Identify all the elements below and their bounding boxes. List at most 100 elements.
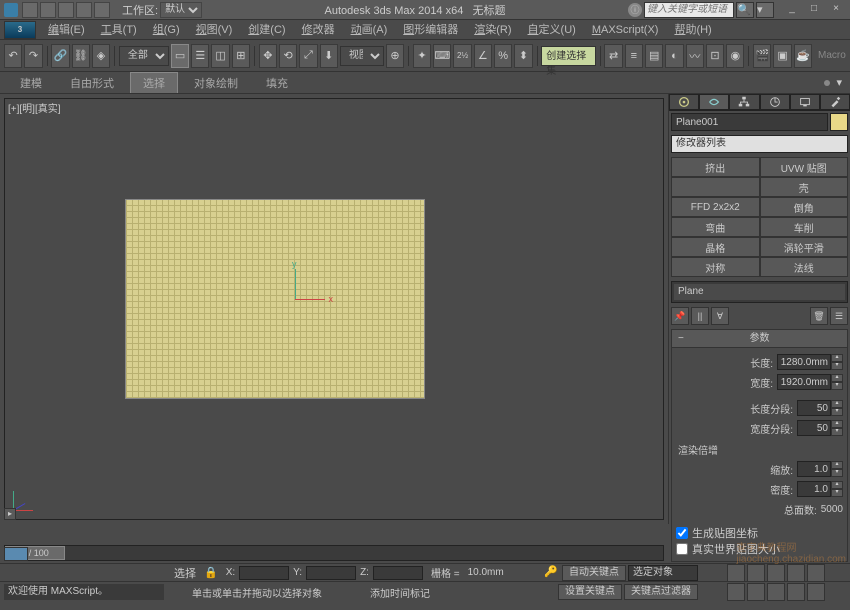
- lsegs-spin-up[interactable]: ▴: [831, 400, 843, 408]
- select-name-icon[interactable]: ☰: [191, 44, 209, 68]
- snap-toggle-icon[interactable]: 2½: [453, 44, 471, 68]
- transform-gizmo[interactable]: [265, 269, 325, 329]
- mirror-icon[interactable]: ⇄: [604, 44, 622, 68]
- wsegs-spin-down[interactable]: ▾: [831, 428, 843, 436]
- selection-filter-dropdown[interactable]: 全部: [119, 46, 169, 66]
- length-input[interactable]: [777, 354, 831, 370]
- qat-new-icon[interactable]: [22, 2, 38, 18]
- named-selection-set[interactable]: 创建选择集: [541, 46, 595, 66]
- parameters-header[interactable]: 参数: [672, 330, 847, 348]
- wsegs-input[interactable]: [797, 420, 831, 436]
- ref-coord-dropdown[interactable]: 视图: [340, 46, 384, 66]
- select-icon[interactable]: ▭: [171, 44, 189, 68]
- scale-spin-down[interactable]: ▾: [831, 469, 843, 477]
- mod-btn-bend[interactable]: 弯曲: [671, 217, 760, 237]
- time-tag-button[interactable]: 添加时间标记: [370, 585, 430, 600]
- wsegs-spin-up[interactable]: ▴: [831, 420, 843, 428]
- scale-input[interactable]: [797, 461, 831, 477]
- render-frame-icon[interactable]: ▣: [773, 44, 791, 68]
- close-button[interactable]: ×: [826, 2, 846, 18]
- app-menu-button[interactable]: 3: [4, 21, 36, 39]
- qat-redo-icon[interactable]: [94, 2, 110, 18]
- pin-stack-icon[interactable]: 📌: [671, 307, 689, 325]
- align-icon[interactable]: ≡: [625, 44, 643, 68]
- schematic-icon[interactable]: ⊡: [706, 44, 724, 68]
- menu-tools[interactable]: 工具(T): [93, 21, 145, 39]
- hierarchy-tab-icon[interactable]: [729, 94, 759, 110]
- unlink-icon[interactable]: ⛓: [72, 44, 90, 68]
- render-icon[interactable]: ☕: [794, 44, 812, 68]
- width-spin-down[interactable]: ▾: [831, 382, 843, 390]
- mod-btn-normal[interactable]: 法线: [760, 257, 849, 277]
- menu-help[interactable]: 帮助(H): [666, 21, 719, 39]
- ribbon-tab-objectpaint[interactable]: 对象绘制: [182, 73, 250, 93]
- workspace-dropdown[interactable]: 默认: [160, 2, 202, 18]
- ribbon-tab-modeling[interactable]: 建模: [8, 73, 54, 93]
- z-coord-input[interactable]: [373, 566, 423, 580]
- select-region-icon[interactable]: ◫: [211, 44, 229, 68]
- scale-icon[interactable]: ⤢: [299, 44, 317, 68]
- qat-undo-icon[interactable]: [76, 2, 92, 18]
- qat-save-icon[interactable]: [58, 2, 74, 18]
- zoom-icon[interactable]: [747, 583, 765, 601]
- make-unique-icon[interactable]: ∀: [711, 307, 729, 325]
- remove-modifier-icon[interactable]: 🗑: [810, 307, 828, 325]
- selection-lock-icon[interactable]: [4, 547, 28, 561]
- mod-btn-blank[interactable]: [671, 177, 760, 197]
- menu-render[interactable]: 渲染(R): [466, 21, 519, 39]
- width-spin-up[interactable]: ▴: [831, 374, 843, 382]
- redo-icon[interactable]: ↷: [24, 44, 42, 68]
- menu-edit[interactable]: 编辑(E): [40, 21, 93, 39]
- display-tab-icon[interactable]: [790, 94, 820, 110]
- move-icon[interactable]: ✥: [259, 44, 277, 68]
- density-spin-up[interactable]: ▴: [831, 481, 843, 489]
- menu-modifiers[interactable]: 修改器: [294, 21, 343, 39]
- viewport-expand-icon[interactable]: ▸: [4, 508, 16, 520]
- show-end-result-icon[interactable]: ||: [691, 307, 709, 325]
- scale-spin-up[interactable]: ▴: [831, 461, 843, 469]
- ribbon-chevron-icon[interactable]: ▾: [836, 76, 842, 89]
- menu-animation[interactable]: 动画(A): [343, 21, 396, 39]
- width-input[interactable]: [777, 374, 831, 390]
- window-crossing-icon[interactable]: ⊞: [232, 44, 250, 68]
- keyfilter-button[interactable]: 关键点过滤器: [624, 584, 698, 600]
- qat-open-icon[interactable]: [40, 2, 56, 18]
- stack-item-plane[interactable]: Plane: [674, 284, 845, 300]
- render-setup-icon[interactable]: 🎬: [753, 44, 771, 68]
- mod-btn-shell[interactable]: 壳: [760, 177, 849, 197]
- help-dropdown-icon[interactable]: ▾: [756, 2, 774, 18]
- density-spin-down[interactable]: ▾: [831, 489, 843, 497]
- configure-sets-icon[interactable]: ☰: [830, 307, 848, 325]
- link-icon[interactable]: 🔗: [51, 44, 69, 68]
- modifier-list-dropdown[interactable]: 修改器列表: [671, 135, 848, 153]
- object-color-swatch[interactable]: [830, 113, 848, 131]
- info-icon[interactable]: ⓘ: [628, 3, 642, 17]
- ribbon-expand-icon[interactable]: [824, 80, 830, 86]
- ribbon-tab-freeform[interactable]: 自由形式: [58, 73, 126, 93]
- real-world-checkbox[interactable]: [676, 543, 688, 555]
- object-name-input[interactable]: [671, 113, 828, 131]
- search-input[interactable]: [644, 2, 734, 18]
- curve-editor-icon[interactable]: 〰: [686, 44, 704, 68]
- layers-icon[interactable]: ▤: [645, 44, 663, 68]
- orbit-icon[interactable]: [787, 583, 805, 601]
- mod-btn-chamfer[interactable]: 倒角: [760, 197, 849, 217]
- pivot-icon[interactable]: ⊕: [386, 44, 404, 68]
- keyboard-shortcut-icon[interactable]: ⌨: [433, 44, 451, 68]
- menu-create[interactable]: 创建(C): [240, 21, 293, 39]
- lsegs-input[interactable]: [797, 400, 831, 416]
- undo-icon[interactable]: ↶: [4, 44, 22, 68]
- modifier-stack[interactable]: Plane: [671, 281, 848, 303]
- mod-btn-extrude[interactable]: 挤出: [671, 157, 760, 177]
- material-editor-icon[interactable]: ◉: [726, 44, 744, 68]
- density-input[interactable]: [797, 481, 831, 497]
- maxscript-listener[interactable]: 欢迎使用 MAXScript。: [4, 584, 164, 600]
- create-tab-icon[interactable]: [669, 94, 699, 110]
- zoom-extents-icon[interactable]: [767, 583, 785, 601]
- viewport-label[interactable]: [+][明][真实]: [8, 100, 61, 115]
- utilities-tab-icon[interactable]: [820, 94, 850, 110]
- minimize-button[interactable]: _: [782, 2, 802, 18]
- mod-btn-lattice[interactable]: 晶格: [671, 237, 760, 257]
- mod-btn-ffd[interactable]: FFD 2x2x2: [671, 197, 760, 217]
- pan-icon[interactable]: [727, 583, 745, 601]
